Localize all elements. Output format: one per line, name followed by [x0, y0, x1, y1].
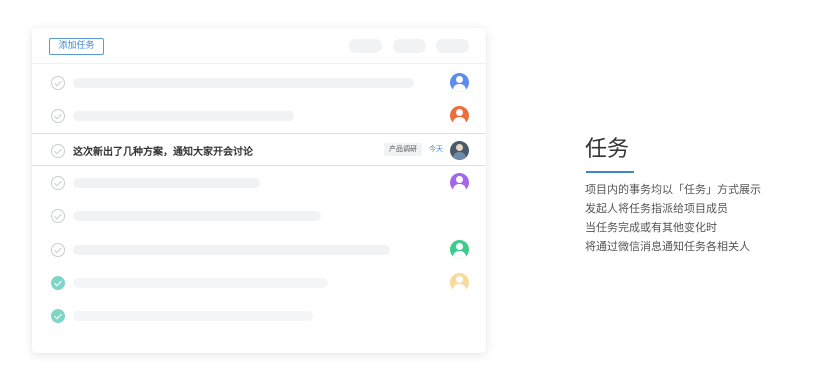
task-checkbox[interactable]: [51, 243, 65, 257]
title-underline: [586, 171, 634, 173]
task-checkbox-checked[interactable]: [51, 276, 65, 290]
task-placeholder-bar: [73, 111, 294, 121]
task-checkbox[interactable]: [51, 176, 65, 190]
task-checkbox[interactable]: [51, 109, 65, 123]
task-checkbox[interactable]: [51, 76, 65, 90]
task-row[interactable]: [32, 99, 486, 132]
task-row[interactable]: [32, 233, 486, 266]
task-title[interactable]: 这次新出了几种方案，通知大家开会讨论: [73, 143, 253, 158]
feature-title: 任务: [585, 137, 630, 162]
task-tag[interactable]: 产品调研: [384, 143, 422, 156]
task-placeholder-bar: [73, 178, 260, 188]
toolbar-placeholder-pill: [436, 39, 469, 53]
task-row-active[interactable]: 这次新出了几种方案，通知大家开会讨论 产品调研 今天: [32, 133, 486, 166]
task-checkbox[interactable]: [51, 209, 65, 223]
assignee-avatar[interactable]: [450, 73, 469, 92]
task-placeholder-bar: [73, 278, 328, 288]
assignee-avatar[interactable]: [450, 173, 469, 192]
task-row-completed[interactable]: [32, 299, 486, 332]
task-row[interactable]: [32, 166, 486, 199]
task-placeholder-bar: [73, 245, 390, 255]
task-row[interactable]: [32, 199, 486, 232]
task-placeholder-bar: [73, 311, 313, 321]
feature-description-line: 当任务完成或有其他变化时: [585, 221, 717, 234]
task-placeholder-bar: [73, 211, 321, 221]
task-toolbar: 添加任务: [32, 28, 486, 64]
assignee-avatar[interactable]: [450, 106, 469, 125]
assignee-avatar-photo[interactable]: [450, 141, 469, 160]
feature-description-line: 发起人将任务指派给项目成员: [585, 202, 728, 215]
task-list-card: 添加任务 这次新出了几种方案，通知大家开会讨论 产品调研 今天: [32, 28, 486, 353]
task-due-date: 今天: [429, 145, 443, 153]
task-checkbox[interactable]: [51, 144, 65, 158]
task-placeholder-bar: [73, 78, 414, 88]
toolbar-placeholder-pill: [393, 39, 426, 53]
feature-description-line: 项目内的事务均以「任务」方式展示: [585, 183, 761, 196]
task-row-completed[interactable]: [32, 266, 486, 299]
toolbar-placeholder-pill: [349, 39, 382, 53]
assignee-avatar[interactable]: [450, 273, 469, 292]
feature-description-line: 将通过微信消息通知任务各相关人: [585, 240, 750, 253]
task-row[interactable]: [32, 66, 486, 99]
task-checkbox-checked[interactable]: [51, 309, 65, 323]
assignee-avatar[interactable]: [450, 240, 469, 259]
add-task-button[interactable]: 添加任务: [49, 38, 104, 55]
